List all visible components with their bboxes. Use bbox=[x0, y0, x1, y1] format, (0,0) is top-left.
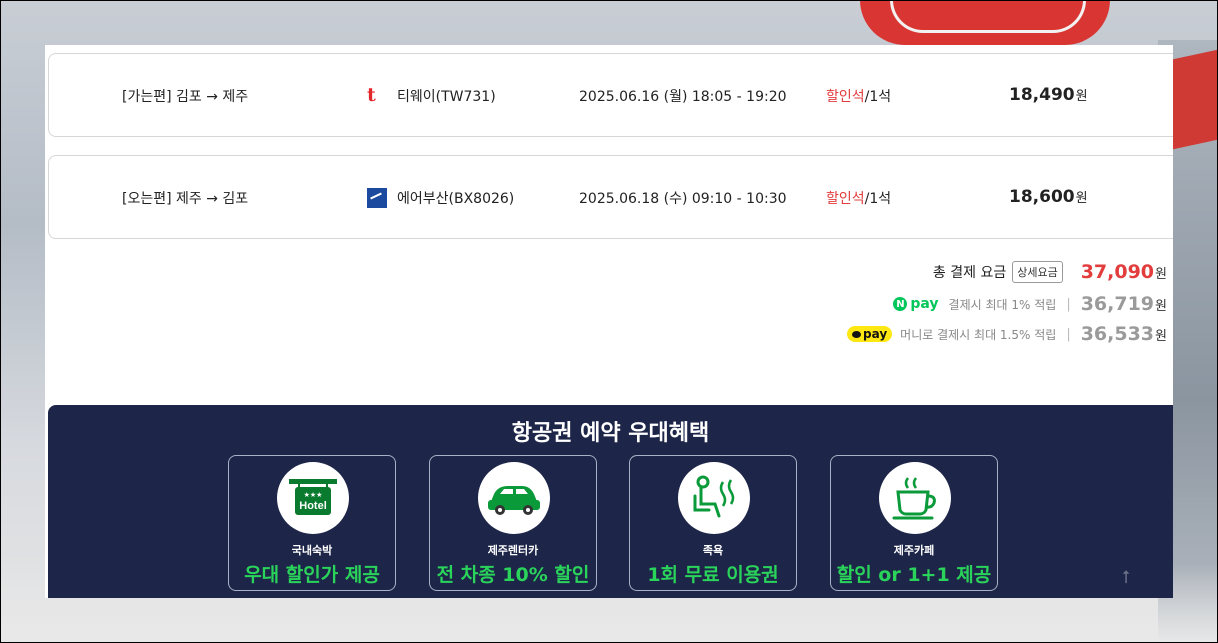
flight-seat: 할인석/1석 bbox=[826, 86, 891, 106]
npay-currency: 원 bbox=[1155, 298, 1167, 314]
flight-seat: 할인석/1석 bbox=[826, 188, 891, 208]
flight-route: [가는편] 김포 → 제주 bbox=[122, 89, 249, 105]
benefit-headline: 전 차종 10% 할인 bbox=[436, 564, 590, 586]
flight-row-return: [오는편] 제주 → 김포 에어부산(BX8026) 2025.06.18 (수… bbox=[48, 155, 1173, 239]
npay-benefit-text: 결제시 최대 1% 적립 bbox=[948, 297, 1057, 312]
booking-benefits-section: 항공권 예약 우대혜택 Hotel ★★★ 국내숙박 우대 할인가 제공 제주렌… bbox=[48, 405, 1173, 598]
flight-route: [오는편] 제주 → 김포 bbox=[122, 191, 249, 207]
benefit-headline: 할인 or 1+1 제공 bbox=[836, 564, 992, 586]
benefit-caption: 족욕 bbox=[702, 544, 724, 557]
benefit-card-footspa[interactable]: 족욕 1회 무료 이용권 bbox=[629, 455, 797, 591]
flight-airline: 에어부산(BX8026) bbox=[367, 188, 514, 208]
total-fare-amount: 37,090 bbox=[1080, 261, 1155, 283]
benefit-card-cafe[interactable]: 제주카페 할인 or 1+1 제공 bbox=[830, 455, 998, 591]
total-fare-currency: 원 bbox=[1155, 266, 1167, 282]
flight-datetime: 2025.06.18 (수) 09:10 - 10:30 bbox=[579, 191, 787, 207]
divider: | bbox=[1066, 296, 1071, 312]
kakaopay-amount: 36,533 bbox=[1080, 323, 1155, 345]
fare-detail-button[interactable]: 상세요금 bbox=[1012, 261, 1063, 283]
airline-name: 티웨이(TW731) bbox=[397, 89, 496, 105]
total-fare-label: 총 결제 요금 bbox=[932, 265, 1007, 281]
booking-panel: [가는편] 김포 → 제주 t 티웨이(TW731) 2025.06.16 (월… bbox=[45, 45, 1173, 598]
divider: | bbox=[1066, 326, 1071, 342]
kakaopay-logo-icon: pay bbox=[847, 326, 893, 342]
price-currency: 원 bbox=[1075, 89, 1088, 104]
benefit-caption: 제주카페 bbox=[893, 544, 935, 557]
price-amount: 18,490 bbox=[1009, 85, 1075, 105]
price-currency: 원 bbox=[1075, 191, 1088, 206]
npay-logo-icon: Npay bbox=[893, 296, 939, 312]
flight-price: 18,490원 bbox=[1009, 85, 1088, 105]
benefit-card-rentcar[interactable]: 제주렌터카 전 차종 10% 할인 bbox=[429, 455, 597, 591]
hotel-icon: Hotel ★★★ bbox=[277, 462, 349, 534]
seat-count: /1석 bbox=[864, 89, 892, 105]
car-icon bbox=[478, 462, 550, 534]
airline-name: 에어부산(BX8026) bbox=[397, 191, 515, 207]
foot-spa-icon bbox=[678, 462, 750, 534]
benefit-caption: 제주렌터카 bbox=[487, 544, 539, 557]
airbusan-logo-icon bbox=[367, 188, 387, 208]
npay-amount: 36,719 bbox=[1080, 293, 1155, 315]
total-fare-row: 총 결제 요금 상세요금 37,090 원 bbox=[933, 261, 1167, 283]
tway-logo-icon: t bbox=[367, 84, 376, 106]
npay-benefit-row: Npay 결제시 최대 1% 적립 | 36,719 원 bbox=[893, 293, 1167, 315]
seat-type: 할인석 bbox=[826, 191, 865, 207]
background-airplane-tail bbox=[860, 0, 1110, 45]
svg-text:Hotel: Hotel bbox=[299, 500, 327, 512]
flight-row-outbound: [가는편] 김포 → 제주 t 티웨이(TW731) 2025.06.16 (월… bbox=[48, 53, 1173, 137]
seat-count: /1석 bbox=[864, 191, 892, 207]
background-wing-stripe bbox=[1168, 49, 1218, 151]
arrow-up-icon: ⭡ bbox=[1121, 567, 1131, 588]
kakaopay-benefit-row: pay 머니로 결제시 최대 1.5% 적립 | 36,533 원 bbox=[847, 323, 1167, 345]
benefit-card-hotel[interactable]: Hotel ★★★ 국내숙박 우대 할인가 제공 bbox=[228, 455, 396, 591]
flight-price: 18,600원 bbox=[1009, 187, 1088, 207]
benefits-title: 항공권 예약 우대혜택 bbox=[511, 421, 710, 446]
kakaopay-benefit-text: 머니로 결제시 최대 1.5% 적립 bbox=[900, 327, 1057, 342]
flight-datetime: 2025.06.16 (월) 18:05 - 19:20 bbox=[579, 89, 787, 105]
benefit-headline: 1회 무료 이용권 bbox=[647, 564, 779, 586]
coffee-cup-icon bbox=[879, 462, 951, 534]
seat-type: 할인석 bbox=[826, 89, 865, 105]
benefit-caption: 국내숙박 bbox=[291, 544, 333, 557]
price-amount: 18,600 bbox=[1009, 187, 1075, 207]
svg-text:★★★: ★★★ bbox=[304, 491, 323, 499]
benefit-headline: 우대 할인가 제공 bbox=[244, 564, 380, 586]
scroll-top-button[interactable]: ⭡ bbox=[1116, 567, 1136, 589]
kakaopay-currency: 원 bbox=[1155, 328, 1167, 344]
flight-airline: t 티웨이(TW731) bbox=[367, 86, 496, 106]
